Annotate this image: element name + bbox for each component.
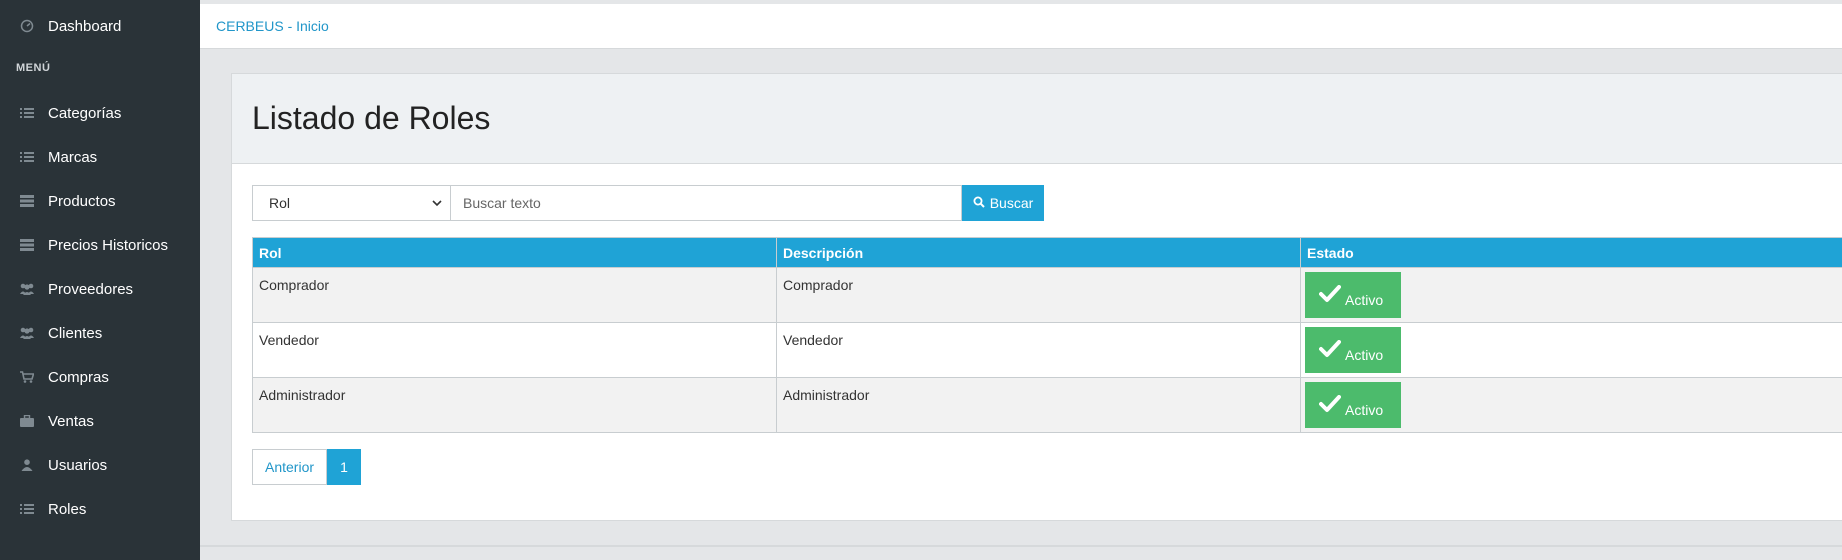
sidebar: Dashboard MENÚ Categorías Marcas Product… xyxy=(0,0,200,560)
check-icon xyxy=(1319,339,1341,361)
header-descripcion[interactable]: Descripción xyxy=(776,237,1301,268)
cell-rol: Comprador xyxy=(252,267,777,323)
sidebar-item-roles[interactable]: Roles xyxy=(0,487,200,531)
cell-estado: Activo xyxy=(1300,267,1842,323)
breadcrumb[interactable]: CERBEUS - Inicio xyxy=(216,18,329,34)
search-icon xyxy=(973,195,985,211)
page-title: Listado de Roles xyxy=(252,100,491,136)
pagination-prev-button[interactable]: Anterior xyxy=(252,449,328,485)
user-icon xyxy=(18,456,36,474)
users-icon xyxy=(18,324,36,342)
stack-icon xyxy=(18,236,36,254)
status-toggle-button[interactable]: Activo xyxy=(1305,382,1401,428)
search-button-label: Buscar xyxy=(989,195,1034,211)
sidebar-item-precios-historicos[interactable]: Precios Historicos xyxy=(0,223,200,267)
sidebar-item-proveedores[interactable]: Proveedores xyxy=(0,267,200,311)
sidebar-item-dashboard[interactable]: Dashboard xyxy=(0,4,200,48)
cell-rol: Vendedor xyxy=(252,322,777,378)
search-field-select[interactable]: Rol xyxy=(252,185,451,221)
sidebar-item-categorias[interactable]: Categorías xyxy=(0,91,200,135)
pagination-page-button[interactable]: 1 xyxy=(327,449,362,485)
status-label: Activo xyxy=(1345,292,1384,308)
cell-descripcion: Vendedor xyxy=(776,322,1301,378)
footer-divider xyxy=(200,545,1842,547)
sidebar-item-label: Proveedores xyxy=(48,280,134,298)
check-icon xyxy=(1319,284,1341,306)
sidebar-item-label: Categorías xyxy=(48,104,122,122)
table-row: Comprador Comprador Activo xyxy=(252,267,1842,323)
sidebar-item-ventas[interactable]: Ventas xyxy=(0,399,200,443)
search-row: Rol Buscar xyxy=(252,185,1044,221)
search-button[interactable]: Buscar xyxy=(962,185,1044,221)
sidebar-item-label: Dashboard xyxy=(48,17,122,35)
dashboard-icon xyxy=(18,17,36,35)
sidebar-item-usuarios[interactable]: Usuarios xyxy=(0,443,200,487)
status-toggle-button[interactable]: Activo xyxy=(1305,272,1401,318)
status-label: Activo xyxy=(1345,347,1384,363)
sidebar-item-label: Ventas xyxy=(48,412,94,430)
sidebar-item-clientes[interactable]: Clientes xyxy=(0,311,200,355)
sidebar-item-label: Productos xyxy=(48,192,116,210)
sidebar-item-label: Precios Historicos xyxy=(48,236,169,254)
list-icon xyxy=(18,104,36,122)
panel-header: Listado de Roles xyxy=(232,74,1842,164)
check-icon xyxy=(1319,394,1341,416)
sidebar-item-label: Usuarios xyxy=(48,456,108,474)
select-value: Rol xyxy=(269,195,291,211)
header-rol[interactable]: Rol xyxy=(252,237,777,268)
status-toggle-button[interactable]: Activo xyxy=(1305,327,1401,373)
users-icon xyxy=(18,280,36,298)
list-icon xyxy=(18,500,36,518)
table-row: Administrador Administrador Activo xyxy=(252,377,1842,433)
list-icon xyxy=(18,148,36,166)
cell-descripcion: Comprador xyxy=(776,267,1301,323)
search-input[interactable] xyxy=(451,185,962,221)
stack-icon xyxy=(18,192,36,210)
sidebar-item-label: Marcas xyxy=(48,148,98,166)
pagination: Anterior 1 xyxy=(252,449,362,485)
chevron-down-icon xyxy=(432,196,442,210)
sidebar-item-label: Clientes xyxy=(48,324,103,342)
cell-estado: Activo xyxy=(1300,377,1842,433)
table-header-row: Rol Descripción Estado xyxy=(252,237,1842,268)
header-estado[interactable]: Estado xyxy=(1300,237,1842,268)
roles-table: Rol Descripción Estado Comprador Comprad… xyxy=(252,237,1842,433)
sidebar-item-productos[interactable]: Productos xyxy=(0,179,200,223)
briefcase-icon xyxy=(18,412,36,430)
sidebar-item-label: Roles xyxy=(48,500,87,518)
sidebar-item-label: Compras xyxy=(48,368,109,386)
cell-descripcion: Administrador xyxy=(776,377,1301,433)
sidebar-item-marcas[interactable]: Marcas xyxy=(0,135,200,179)
status-label: Activo xyxy=(1345,402,1384,418)
content-panel: Listado de Roles Rol Buscar Rol Descripc… xyxy=(231,73,1842,521)
sidebar-item-compras[interactable]: Compras xyxy=(0,355,200,399)
cell-estado: Activo xyxy=(1300,322,1842,378)
menu-header: MENÚ xyxy=(16,62,51,74)
cart-icon xyxy=(18,368,36,386)
topbar: CERBEUS - Inicio xyxy=(200,4,1842,49)
cell-rol: Administrador xyxy=(252,377,777,433)
table-row: Vendedor Vendedor Activo xyxy=(252,322,1842,378)
